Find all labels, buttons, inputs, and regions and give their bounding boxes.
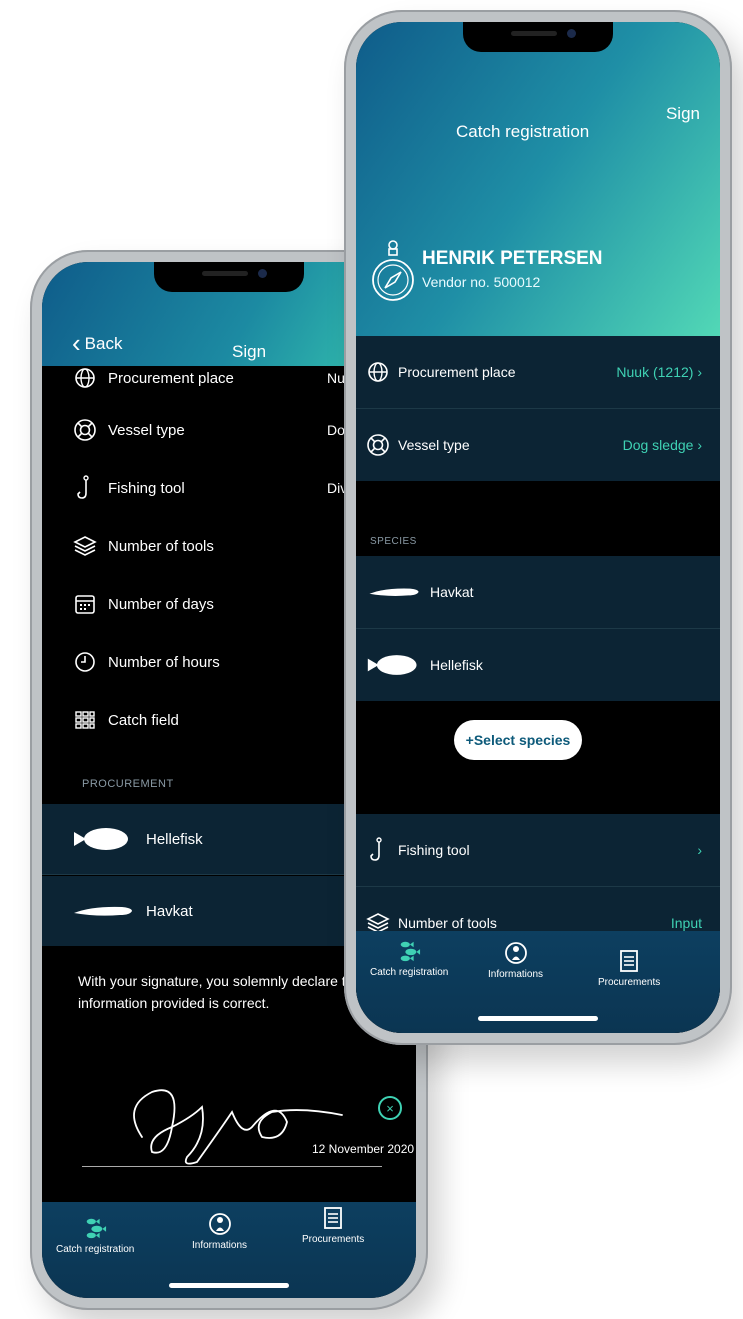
tab-label: Catch registration — [56, 1244, 135, 1255]
tab-procurements[interactable]: Procurements — [302, 1206, 364, 1245]
row-label: Number of days — [108, 595, 214, 613]
tab-catch-registration[interactable]: Catch registration — [56, 1216, 134, 1255]
tab-label: Informations — [488, 969, 544, 980]
vendor-number: Vendor no. 500012 — [422, 274, 541, 290]
signature-line — [82, 1166, 382, 1167]
row-procurement-place[interactable]: Procurement place Nuuk (1212) › — [356, 336, 720, 408]
row-label: Catch field — [108, 711, 179, 729]
catfish-icon — [74, 906, 132, 916]
tab-informations[interactable]: Informations — [488, 941, 543, 980]
row-value: Nu — [327, 370, 345, 386]
info-icon — [208, 1212, 232, 1236]
page-title: Catch registration — [456, 122, 590, 141]
calendar-icon — [72, 591, 98, 617]
grid-icon — [72, 707, 98, 733]
tab-label: Procurements — [302, 1234, 365, 1245]
species-item[interactable]: Havkat — [356, 556, 720, 628]
catfish-icon — [369, 588, 419, 596]
item-label: Hellefisk — [430, 657, 483, 673]
lifebuoy-icon — [72, 417, 98, 443]
chevron-right-icon: › — [697, 842, 702, 858]
row-label: Fishing tool — [398, 842, 470, 858]
row-label: Procurement place — [398, 364, 516, 380]
back-button[interactable]: ‹ Back — [72, 328, 122, 359]
chevron-right-icon: › — [697, 437, 702, 453]
signature-drawing[interactable] — [112, 1067, 372, 1177]
item-label: Havkat — [146, 902, 193, 920]
document-icon — [321, 1206, 345, 1230]
signature-date: 12 November 2020 — [312, 1142, 415, 1156]
tab-label: Catch registration — [370, 967, 449, 978]
lifebuoy-icon — [366, 433, 390, 457]
tab-bar: Catch registration Informations Procurem… — [42, 1202, 416, 1298]
row-vessel-type[interactable]: Vessel type Dog sledge › — [356, 409, 720, 481]
section-label-species: SPECIES — [370, 536, 417, 547]
home-indicator[interactable] — [169, 1283, 289, 1288]
home-indicator[interactable] — [478, 1016, 598, 1021]
row-label: Number of tools — [108, 537, 214, 555]
item-label: Havkat — [430, 584, 474, 600]
tab-bar: Catch registration Informations Procurem… — [356, 931, 720, 1033]
tab-procurements[interactable]: Procurements — [598, 949, 660, 988]
layers-icon — [72, 533, 98, 559]
fish-icon — [397, 939, 421, 963]
select-species-button[interactable]: +Select species — [454, 720, 582, 760]
hook-icon — [72, 475, 98, 501]
row-label: Number of hours — [108, 653, 220, 671]
globe-icon — [72, 365, 98, 391]
row-value: Do — [327, 422, 345, 438]
notch — [154, 262, 304, 292]
row-label: Vessel type — [398, 437, 470, 453]
input-placeholder[interactable]: Input — [671, 915, 702, 931]
document-icon — [617, 949, 641, 973]
hook-icon — [366, 837, 390, 862]
chevron-right-icon: › — [697, 364, 702, 380]
clock-icon — [72, 649, 98, 675]
info-icon — [504, 941, 528, 965]
row-label: Number of tools — [398, 915, 497, 931]
clear-signature-button[interactable]: × — [378, 1096, 402, 1120]
tab-informations[interactable]: Informations — [192, 1212, 247, 1251]
back-label: Back — [84, 333, 123, 353]
tab-label: Procurements — [598, 977, 661, 988]
sign-button[interactable]: Sign — [666, 104, 700, 124]
tab-catch-registration[interactable]: Catch registration — [370, 939, 448, 978]
flatfish-icon — [367, 655, 417, 675]
notch — [463, 22, 613, 52]
tab-label: Informations — [192, 1240, 248, 1251]
compass-icon — [372, 240, 414, 301]
globe-icon — [366, 360, 390, 384]
row-value: Dog sledge › — [622, 437, 702, 453]
right-header: Catch registration Sign HENRIK PETERSEN … — [356, 22, 720, 336]
right-screen: Catch registration Sign HENRIK PETERSEN … — [356, 22, 720, 1033]
fish-icon — [83, 1216, 107, 1240]
right-phone: Catch registration Sign HENRIK PETERSEN … — [344, 10, 732, 1045]
row-label: Procurement place — [108, 369, 234, 387]
row-fishing-tool[interactable]: Fishing tool › — [356, 814, 720, 886]
chevron-left-icon: ‹ — [72, 328, 81, 358]
right-detail-list: Procurement place Nuuk (1212) › Vessel t… — [356, 336, 720, 1033]
vendor-name: HENRIK PETERSEN — [422, 248, 603, 269]
item-label: Hellefisk — [146, 830, 203, 848]
flatfish-icon — [74, 828, 128, 850]
row-label: Fishing tool — [108, 479, 185, 497]
section-label-procurement: PROCUREMENT — [82, 778, 174, 790]
species-item[interactable]: Hellefisk — [356, 629, 720, 701]
row-value: Nuuk (1212) › — [616, 364, 702, 380]
row-label: Vessel type — [108, 421, 185, 439]
